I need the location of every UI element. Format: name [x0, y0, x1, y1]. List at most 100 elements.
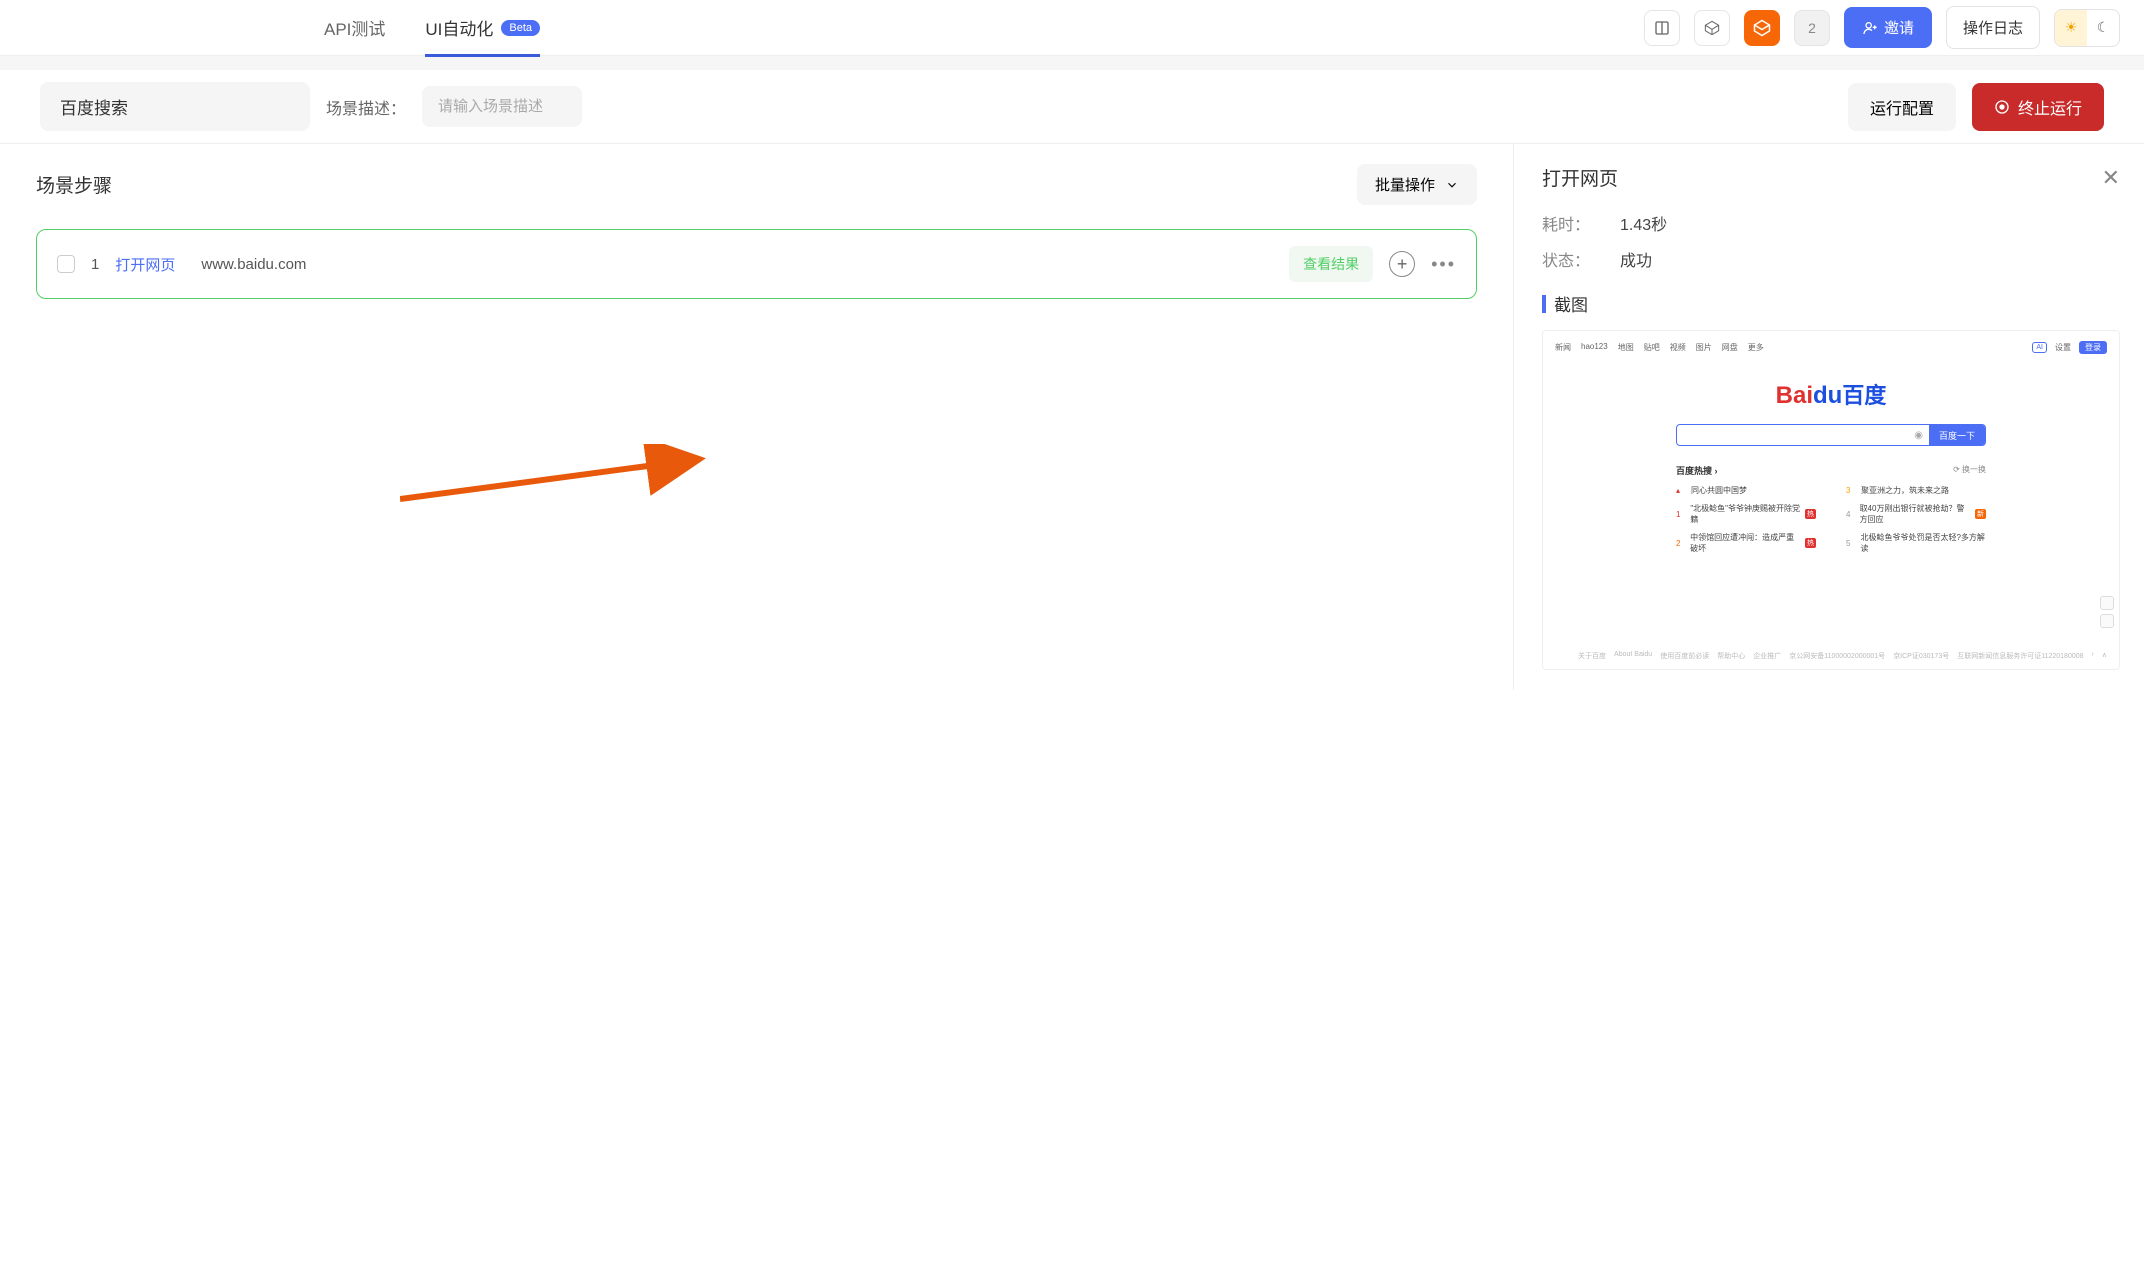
screenshot-section-title: 截图 — [1542, 291, 2120, 316]
ss-nav-link: 地图 — [1618, 342, 1634, 353]
ss-hot-text: 北极鲶鱼爷爷处罚是否太轻?多方解读 — [1860, 532, 1986, 554]
step-card[interactable]: 1 打开网页 www.baidu.com 查看结果 + ••• — [36, 229, 1477, 299]
beta-badge: Beta — [501, 20, 540, 36]
ss-search-button: 百度一下 — [1929, 425, 1985, 445]
step-number: 1 — [91, 256, 99, 273]
screenshot-wrap: 新闻hao123地图贴吧视频图片网盘更多 AI 设置 登录 Baidu百度 ◉ … — [1542, 330, 2120, 670]
right-panel-header: 打开网页 ✕ — [1542, 164, 2120, 191]
ss-nav-link: 视频 — [1670, 342, 1686, 353]
package-icon — [1753, 19, 1771, 37]
ss-hot-text: "北极鲶鱼"爷爷钟庚赐被开除党籍 — [1690, 503, 1800, 525]
ss-footer-link: › — [2092, 651, 2094, 661]
steps-title: 场景步骤 — [36, 171, 112, 198]
ss-logo-du: du — [1813, 382, 1842, 409]
ss-hot-refresh: ⟳ 换一换 — [1953, 464, 1986, 477]
ss-hot-item: 1"北极鲶鱼"爷爷钟庚赐被开除党籍热 — [1676, 503, 1816, 525]
ss-logo: Baidu百度 — [1555, 378, 2107, 410]
ss-footer-link: 使用百度前必读 — [1660, 651, 1709, 661]
ss-footer-link: 帮助中心 — [1717, 651, 1745, 661]
left-panel-header: 场景步骤 批量操作 — [36, 164, 1477, 205]
ss-footer-link: 京ICP证030173号 — [1893, 651, 1949, 661]
right-panel: 打开网页 ✕ 耗时： 1.43秒 状态： 成功 截图 新闻 hao123 地图贴吧视… — [1514, 144, 2144, 690]
status-label: 状态： — [1542, 247, 1602, 271]
left-panel: 场景步骤 批量操作 1 打开网页 www.baidu.com 查看结果 + ••… — [0, 144, 1514, 690]
ss-nav-link: 图片 — [1696, 342, 1712, 353]
ss-hot-text: 取40万刚出银行就被抢劫？警方回应 — [1860, 503, 1970, 525]
ss-footer: 关于百度About Baidu使用百度前必读帮助中心企业推广京公网安备11000… — [1555, 651, 2107, 661]
dark-mode-icon[interactable]: ☾ — [2087, 10, 2119, 46]
ss-hot-item: 3 聚亚洲之力，筑未来之路 — [1846, 485, 1986, 496]
sub-header: 百度搜索 场景描述： 运行配置 终止运行 — [0, 70, 2144, 144]
batch-label: 批量操作 — [1375, 174, 1435, 195]
stop-run-button[interactable]: 终止运行 — [1972, 83, 2104, 131]
light-mode-icon[interactable]: ☀ — [2055, 10, 2087, 46]
ss-footer-link: 关于百度 — [1578, 651, 1606, 661]
ss-hot-search: 百度热搜 › ⟳ 换一换 ▴ 同心共圆中国梦 1"北极鲶鱼"爷爷钟庚赐被开除党籍热 2… — [1555, 464, 2107, 561]
ss-nav-link: hao123 — [1581, 342, 1608, 353]
ss-hot-tag: 热 — [1805, 538, 1816, 548]
gap-bar — [0, 56, 2144, 70]
ss-hot-tag: 热 — [1805, 509, 1816, 519]
top-nav: API测试 UI自动化 Beta 2 邀请 操作日志 ☀ ☾ — [0, 0, 2144, 56]
ss-nav: 新闻hao123地图贴吧视频图片网盘更多 — [1555, 342, 1764, 353]
view-result-button[interactable]: 查看结果 — [1289, 246, 1373, 282]
invite-button[interactable]: 邀请 — [1844, 7, 1932, 48]
tab-ui-automation[interactable]: UI自动化 Beta — [425, 0, 540, 56]
screenshot-preview[interactable]: 新闻hao123地图贴吧视频图片网盘更多 AI 设置 登录 Baidu百度 ◉ … — [1542, 330, 2120, 670]
close-icon[interactable]: ✕ — [2102, 165, 2120, 191]
layout-icon — [1654, 20, 1670, 36]
ss-nav-link: 贴吧 — [1644, 342, 1660, 353]
ss-rank: ▴ — [1676, 486, 1686, 495]
more-icon[interactable]: ••• — [1431, 254, 1456, 275]
ss-chip-icon — [2100, 596, 2114, 610]
cube-icon-button[interactable] — [1694, 10, 1730, 46]
theme-toggle[interactable]: ☀ ☾ — [2054, 9, 2120, 47]
run-config-button[interactable]: 运行配置 — [1848, 83, 1956, 131]
ss-hot-item: ▴ 同心共圆中国梦 — [1676, 485, 1816, 496]
ss-logo-bai: Bai — [1776, 382, 1813, 409]
stop-icon — [1994, 99, 2010, 115]
layout-icon-button[interactable] — [1644, 10, 1680, 46]
ss-rank: 2 — [1676, 539, 1685, 548]
ss-nav-link: 网盘 — [1722, 342, 1738, 353]
ss-hot-item: 4取40万刚出银行就被抢劫？警方回应新 — [1846, 503, 1986, 525]
ss-hot-text: 聚亚洲之力，筑未来之路 — [1861, 485, 1949, 496]
ss-hot-title: 百度热搜 › — [1676, 464, 1718, 477]
tab-api-test[interactable]: API测试 — [324, 0, 385, 56]
user-add-icon — [1862, 20, 1878, 36]
ss-rank: 5 — [1846, 539, 1855, 548]
notification-count[interactable]: 2 — [1794, 10, 1830, 46]
ss-hot-head: 百度热搜 › ⟳ 换一换 — [1676, 464, 1986, 477]
ss-side-chips — [2100, 596, 2114, 628]
ss-search-row: ◉ 百度一下 — [1555, 424, 2107, 446]
main-content: 场景步骤 批量操作 1 打开网页 www.baidu.com 查看结果 + ••… — [0, 144, 2144, 690]
chevron-down-icon — [1445, 178, 1459, 192]
step-action: 打开网页 — [115, 254, 175, 275]
operation-log-button[interactable]: 操作日志 — [1946, 6, 2040, 49]
ss-ai-badge: AI — [2032, 342, 2047, 353]
annotation-arrow-icon — [400, 444, 720, 514]
ss-footer-link: 互联网新闻信息服务许可证11220180008 — [1957, 651, 2083, 661]
ss-login: 登录 — [2079, 341, 2107, 354]
ss-logo-cn: 百度 — [1842, 383, 1886, 408]
ss-hot-text: 同心共圆中国梦 — [1691, 485, 1747, 496]
scene-desc-label: 场景描述： — [326, 95, 406, 119]
ss-hot-left: ▴同心共圆中国梦1"北极鲶鱼"爷爷钟庚赐被开除党籍热2中领馆回应遭冲闯：造成严重… — [1676, 485, 1816, 561]
ss-footer-link: ∧ — [2102, 651, 2107, 661]
scene-desc-input[interactable] — [422, 86, 582, 127]
sub-header-right: 运行配置 终止运行 — [1848, 83, 2104, 131]
ss-footer-link: About Baidu — [1614, 651, 1652, 661]
scene-name[interactable]: 百度搜索 — [40, 82, 310, 131]
nav-tabs: API测试 UI自动化 Beta — [324, 0, 540, 56]
time-row: 耗时： 1.43秒 — [1542, 211, 2120, 235]
add-step-icon[interactable]: + — [1389, 251, 1415, 277]
step-checkbox[interactable] — [57, 255, 75, 273]
package-icon-button[interactable] — [1744, 10, 1780, 46]
ss-footer-link: 京公网安备11000002000001号 — [1789, 651, 1885, 661]
status-value: 成功 — [1620, 247, 1652, 271]
ss-hot-columns: ▴同心共圆中国梦1"北极鲶鱼"爷爷钟庚赐被开除党籍热2中领馆回应遭冲闯：造成严重… — [1676, 485, 1986, 561]
batch-operation-button[interactable]: 批量操作 — [1357, 164, 1477, 205]
ss-nav-link: 新闻 — [1555, 342, 1571, 353]
ss-rank: 3 — [1846, 486, 1856, 495]
ss-top-bar: 新闻hao123地图贴吧视频图片网盘更多 AI 设置 登录 — [1555, 341, 2107, 354]
